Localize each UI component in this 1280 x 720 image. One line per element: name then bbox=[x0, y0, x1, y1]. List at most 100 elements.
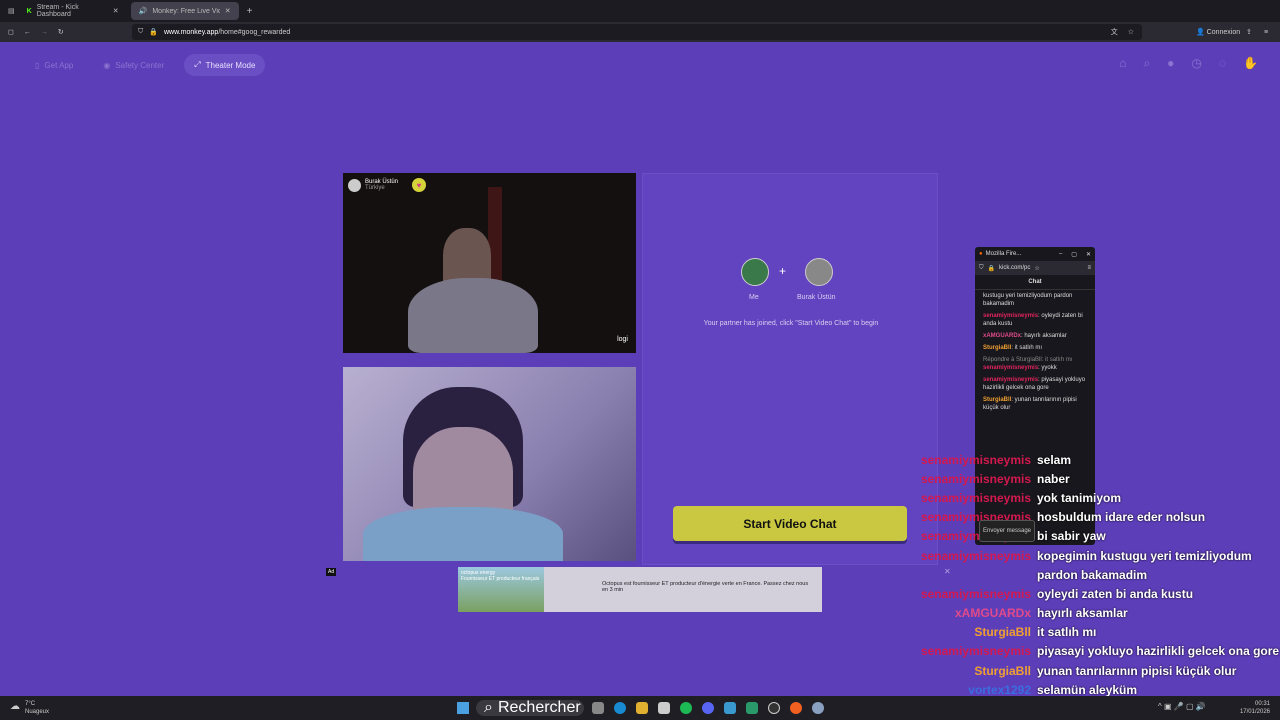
tray-icons[interactable]: ^ ▣ 🎤 ▢ 🔊 bbox=[1158, 702, 1206, 711]
chat-username[interactable]: xAMGUARDx bbox=[983, 333, 1021, 339]
overlay-chat-row: senamiymisneymis yok tanimiyom bbox=[900, 488, 1280, 507]
mini-chat-message: kustugu yeri temizliyodum pardon bakamad… bbox=[983, 293, 1073, 307]
chat-username[interactable]: senamiymisneymis bbox=[983, 313, 1038, 319]
edge-icon[interactable] bbox=[614, 702, 626, 714]
page-nav: ▯ Get App ◉ Safety Center ⤢ Theater Mode bbox=[25, 54, 266, 76]
profile-avatar[interactable]: ✋ bbox=[1243, 56, 1258, 71]
account-button[interactable]: 👤 Connexion bbox=[1196, 28, 1240, 36]
expand-icon: ⤢ bbox=[194, 60, 201, 69]
camera-watermark: logi bbox=[617, 336, 628, 343]
get-app-button[interactable]: ▯ Get App bbox=[25, 54, 83, 76]
translate-icon[interactable]: 文 bbox=[1111, 27, 1118, 37]
obs-icon[interactable] bbox=[768, 702, 780, 714]
close-tab-icon[interactable]: ✕ bbox=[113, 7, 119, 15]
safety-center-button[interactable]: ◉ Safety Center bbox=[93, 54, 174, 76]
menu-icon[interactable]: ≡ bbox=[1087, 265, 1091, 271]
overlay-username: senamiymisneymis bbox=[920, 490, 1031, 505]
chat-username[interactable]: SturgiaBll bbox=[983, 397, 1011, 403]
overlay-chat-row: senamiymisneymis piyasayi yokluyo hazirli… bbox=[900, 642, 1280, 661]
partner-avatar bbox=[348, 178, 361, 192]
overlay-message: selam bbox=[1037, 452, 1072, 467]
shield-icon: ⛉ bbox=[979, 264, 984, 271]
partner-avatar bbox=[805, 258, 833, 286]
me-avatar bbox=[741, 258, 769, 286]
coin-icon[interactable]: ● bbox=[1167, 56, 1174, 71]
bookmark-star-icon[interactable]: ☆ bbox=[1128, 28, 1134, 36]
mini-chat-message: SturgiaBll: yunan tanrılarının pipisi kü… bbox=[983, 397, 1077, 411]
reload-icon[interactable]: ↻ bbox=[58, 28, 64, 36]
shield-check-icon: ◉ bbox=[103, 60, 111, 70]
discord-icon[interactable] bbox=[702, 702, 714, 714]
ad-badge: Ad bbox=[326, 568, 337, 576]
weather-icon: ☁ bbox=[10, 701, 20, 712]
new-tab-button[interactable]: + bbox=[247, 6, 253, 17]
start-video-chat-button[interactable]: Start Video Chat bbox=[673, 506, 907, 541]
ad-banner[interactable]: octopus energy Fournisseur ET producteur … bbox=[458, 567, 822, 612]
tab-monkey[interactable]: 🔊Monkey: Free Live Video Ch✕ bbox=[130, 2, 239, 20]
speaker-icon: 🔊 bbox=[138, 8, 148, 15]
store-icon[interactable] bbox=[658, 702, 670, 714]
maximize-icon[interactable]: ▢ bbox=[1071, 251, 1077, 258]
overlay-username: senamiymisneymis bbox=[920, 471, 1031, 486]
overlay-username: SturgiaBll bbox=[974, 625, 1031, 640]
clock[interactable]: 00:31 17/01/2026 bbox=[1240, 700, 1270, 716]
heart-icon[interactable]: ♥ bbox=[412, 178, 427, 192]
mini-chat-message: xAMGUARDx: hayırlı aksamlar bbox=[983, 333, 1067, 339]
weather-widget[interactable]: 7°C Nuageux bbox=[25, 700, 49, 716]
tab-list-icon[interactable]: ▤ bbox=[8, 7, 15, 15]
close-window-icon[interactable]: ✕ bbox=[1086, 251, 1091, 258]
firefox-icon[interactable] bbox=[790, 702, 802, 714]
mini-chat-list: kustugu yeri temizliyodum pardon bakamad… bbox=[975, 290, 1095, 414]
firefox-icon: ● bbox=[979, 251, 983, 257]
overlay-chat-row: SturgiaBll yunan tanrılarının pipisi küçü… bbox=[900, 661, 1280, 680]
overlay-message: pardon bakamadim bbox=[1037, 567, 1148, 582]
chat-username[interactable]: senamiymisneymis bbox=[983, 365, 1038, 371]
notepad-icon[interactable] bbox=[724, 702, 736, 714]
minimize-icon[interactable]: – bbox=[1059, 251, 1062, 257]
overlay-message: yunan tanrılarının pipisi küçük olur bbox=[1037, 663, 1237, 678]
taskbar-search[interactable]: ⌕ Rechercher bbox=[476, 699, 584, 716]
file-explorer-icon[interactable] bbox=[636, 702, 648, 714]
send-message-button[interactable]: Envoyer message bbox=[979, 520, 1035, 542]
spotify-icon[interactable] bbox=[680, 702, 692, 714]
tab-bar: ▤ K Stream - Kick Dashboard ✕ 🔊 Monkey: Fre… bbox=[0, 0, 1280, 22]
menu-icon[interactable]: ≡ bbox=[1264, 29, 1268, 36]
overlay-chat-row: senamiymisneymis bi sabir yaw bbox=[900, 527, 1280, 546]
app-icon[interactable] bbox=[746, 702, 758, 714]
forward-icon[interactable]: → bbox=[41, 29, 48, 36]
url-bar[interactable]: ⛉ 🔒 www.monkey.app/home#goog_rewarded 文 ☆ bbox=[132, 24, 1142, 40]
back-icon[interactable]: ← bbox=[24, 29, 31, 36]
extensions-icon[interactable]: ⇪ bbox=[1246, 28, 1252, 36]
overlay-username: senamiymisneymis bbox=[920, 548, 1031, 563]
overlay-message: bi sabir yaw bbox=[1037, 529, 1106, 544]
start-menu-icon[interactable] bbox=[457, 702, 469, 714]
top-icons: ⌂ ⌕ ● ◷ ◌ ✋ bbox=[1119, 56, 1258, 71]
close-tab-icon[interactable]: ✕ bbox=[225, 7, 231, 15]
tab-kick-dashboard[interactable]: K Stream - Kick Dashboard ✕ bbox=[19, 2, 127, 20]
overlay-chat-row: SturgiaBll it satlıh mı bbox=[900, 623, 1280, 642]
shop-icon[interactable]: ⌂ bbox=[1119, 56, 1126, 71]
self-video bbox=[343, 367, 636, 561]
theater-mode-button[interactable]: ⤢ Theater Mode bbox=[184, 54, 266, 76]
settings-icon[interactable] bbox=[812, 702, 824, 714]
overlay-message: kopegimin kustugu yeri temizliyodum bbox=[1037, 548, 1252, 563]
search-icon[interactable]: ⌕ bbox=[1143, 56, 1150, 71]
shield-icon: ⛉ bbox=[138, 28, 144, 35]
history-icon[interactable]: ◷ bbox=[1191, 56, 1201, 71]
mini-chat-message: senamiymisneymis: oyleydi zaten bi anda … bbox=[983, 313, 1083, 327]
overlay-chat-row: pardon bakamadim bbox=[900, 565, 1280, 584]
chat-icon[interactable]: ◌ bbox=[1219, 56, 1226, 71]
task-view-icon[interactable] bbox=[592, 702, 604, 714]
kick-icon: K bbox=[26, 7, 32, 15]
mini-chat-message: Répondre à SturgiaBll: it satlıh mı senam… bbox=[983, 357, 1073, 371]
sidebar-icon[interactable]: ◻ bbox=[8, 28, 14, 36]
search-icon: ⌕ bbox=[484, 699, 493, 716]
overlay-message: hosbuldum idare eder nolsun bbox=[1037, 510, 1206, 525]
mini-url-bar[interactable]: kick.com/pc bbox=[999, 265, 1030, 271]
chat-username[interactable]: senamiymisneymis bbox=[983, 377, 1038, 383]
chat-username[interactable]: SturgiaBll bbox=[983, 345, 1011, 351]
star-icon[interactable]: ☆ bbox=[1034, 265, 1039, 272]
overlay-chat-row: senamiymisneymis hosbuldum idare eder nol… bbox=[900, 508, 1280, 527]
overlay-chat-row: senamiymisneymis kopegimin kustugu yeri t… bbox=[900, 546, 1280, 565]
overlay-message: naber bbox=[1037, 471, 1070, 486]
